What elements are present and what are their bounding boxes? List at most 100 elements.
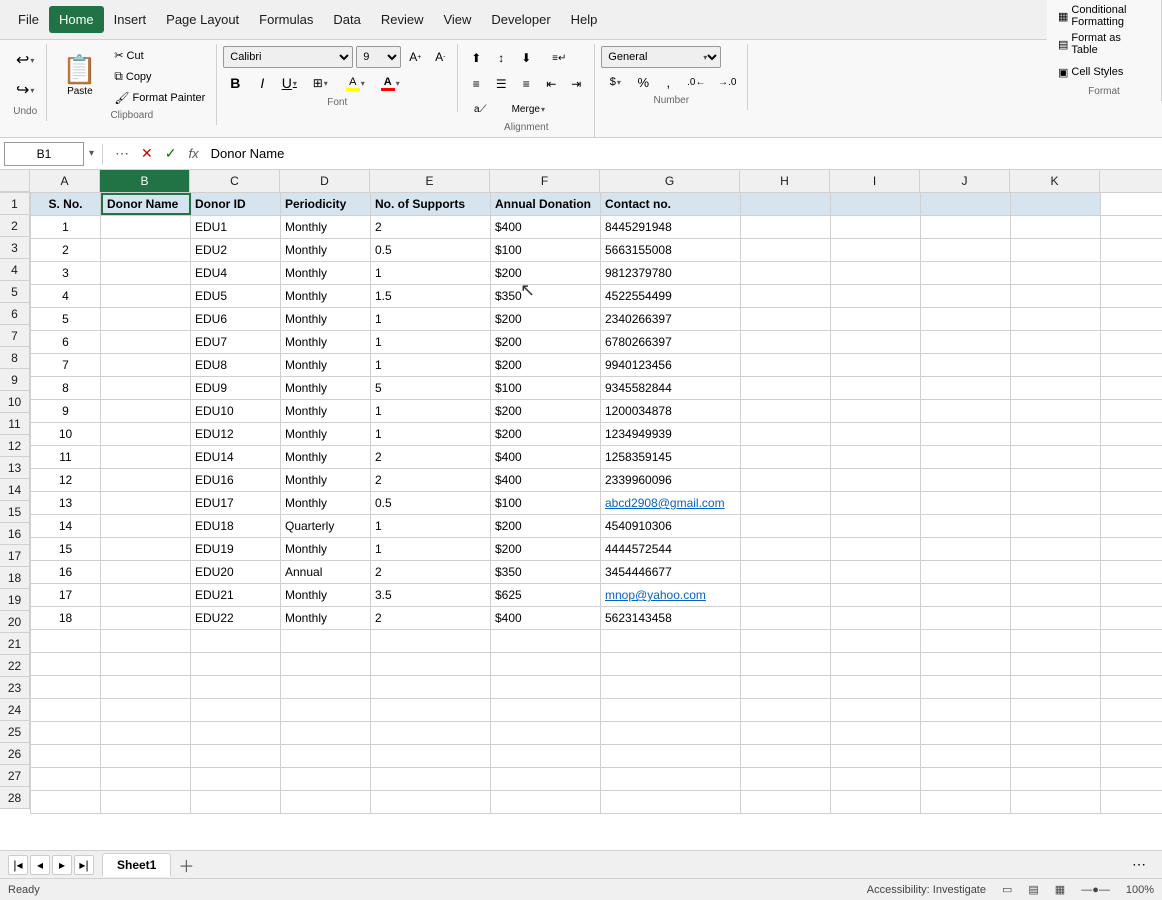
cut-button[interactable]: ✂ Cut	[109, 46, 210, 65]
cell-d14[interactable]: Monthly	[281, 492, 371, 514]
cell-b13[interactable]	[101, 469, 191, 491]
cell-e14[interactable]: 0.5	[371, 492, 491, 514]
cell-e1[interactable]: No. of Supports	[371, 193, 491, 215]
add-sheet-button[interactable]: ＋	[175, 854, 197, 876]
cell-e4[interactable]: 1	[371, 262, 491, 284]
row-header-25[interactable]: 25	[0, 721, 30, 743]
menu-help[interactable]: Help	[561, 6, 608, 33]
row-header-16[interactable]: 16	[0, 523, 30, 545]
row-header-14[interactable]: 14	[0, 479, 30, 501]
cell-e8[interactable]: 1	[371, 354, 491, 376]
cell-c3[interactable]: EDU2	[191, 239, 281, 261]
cell-g9[interactable]: 9345582844	[601, 377, 741, 399]
row-header-19[interactable]: 19	[0, 589, 30, 611]
cell-f8[interactable]: $200	[491, 354, 601, 376]
cell-d6[interactable]: Monthly	[281, 308, 371, 330]
row-header-23[interactable]: 23	[0, 677, 30, 699]
cell-styles-button[interactable]: ▣ Cell Styles	[1053, 58, 1155, 86]
cell-reference-input[interactable]: B1	[4, 142, 84, 166]
cell-e3[interactable]: 0.5	[371, 239, 491, 261]
align-bottom-button[interactable]: ⬇	[514, 46, 538, 70]
menu-home[interactable]: Home	[49, 6, 104, 33]
wrap-text-button[interactable]: ≡↵	[539, 46, 579, 70]
cell-g14[interactable]: abcd2908@gmail.com	[601, 492, 741, 514]
cell-e12[interactable]: 2	[371, 446, 491, 468]
cell-f13[interactable]: $400	[491, 469, 601, 491]
cell-c11[interactable]: EDU12	[191, 423, 281, 445]
row-header-27[interactable]: 27	[0, 765, 30, 787]
cell-g7[interactable]: 6780266397	[601, 331, 741, 353]
cell-g5[interactable]: 4522554499	[601, 285, 741, 307]
cell-f2[interactable]: $400	[491, 216, 601, 238]
align-left-button[interactable]: ≡	[464, 72, 488, 96]
col-header-i[interactable]: I	[830, 170, 920, 192]
cell-a15[interactable]: 14	[31, 515, 101, 537]
cell-d10[interactable]: Monthly	[281, 400, 371, 422]
cell-f17[interactable]: $350	[491, 561, 601, 583]
cell-g17[interactable]: 3454446677	[601, 561, 741, 583]
cell-d16[interactable]: Monthly	[281, 538, 371, 560]
cell-d5[interactable]: Monthly	[281, 285, 371, 307]
cell-d11[interactable]: Monthly	[281, 423, 371, 445]
cell-g2[interactable]: 8445291948	[601, 216, 741, 238]
cell-h2[interactable]	[741, 216, 831, 238]
cell-g18[interactable]: mnop@yahoo.com	[601, 584, 741, 606]
cell-g15[interactable]: 4540910306	[601, 515, 741, 537]
cell-d18[interactable]: Monthly	[281, 584, 371, 606]
col-header-c[interactable]: C	[190, 170, 280, 192]
cell-f12[interactable]: $400	[491, 446, 601, 468]
row-header-11[interactable]: 11	[0, 413, 30, 435]
cell-i2[interactable]	[831, 216, 921, 238]
last-sheet-button[interactable]: ▸|	[74, 855, 94, 875]
cell-d19[interactable]: Monthly	[281, 607, 371, 629]
cell-e15[interactable]: 1	[371, 515, 491, 537]
cell-f15[interactable]: $200	[491, 515, 601, 537]
cell-b14[interactable]	[101, 492, 191, 514]
align-center-button[interactable]: ☰	[489, 72, 513, 96]
cell-a2[interactable]: 1	[31, 216, 101, 238]
cell-c9[interactable]: EDU9	[191, 377, 281, 399]
cell-b4[interactable]	[101, 262, 191, 284]
cell-j1[interactable]	[921, 193, 1011, 215]
font-size-select[interactable]: 9	[356, 46, 401, 68]
cell-a3[interactable]: 2	[31, 239, 101, 261]
accounting-format-button[interactable]: $▾	[601, 71, 629, 93]
cell-a19[interactable]: 18	[31, 607, 101, 629]
sheet-options-button[interactable]: ⋯	[1132, 856, 1146, 873]
select-all-button[interactable]	[0, 170, 30, 192]
cell-b3[interactable]	[101, 239, 191, 261]
cell-d2[interactable]: Monthly	[281, 216, 371, 238]
row-header-2[interactable]: 2	[0, 215, 30, 237]
col-header-h[interactable]: H	[740, 170, 830, 192]
cell-g12[interactable]: 1258359145	[601, 446, 741, 468]
insert-function-icon[interactable]: fx	[185, 144, 203, 163]
cell-f6[interactable]: $200	[491, 308, 601, 330]
copy-button[interactable]: ⧉ Copy	[109, 66, 210, 87]
cell-c1[interactable]: Donor ID	[191, 193, 281, 215]
cell-b5[interactable]	[101, 285, 191, 307]
prev-sheet-button[interactable]: ◂	[30, 855, 50, 875]
menu-review[interactable]: Review	[371, 6, 434, 33]
cell-ref-dropdown[interactable]: ▾	[89, 148, 94, 159]
cell-f5[interactable]: $350	[491, 285, 601, 307]
col-header-k[interactable]: K	[1010, 170, 1100, 192]
cell-b19[interactable]	[101, 607, 191, 629]
cell-b12[interactable]	[101, 446, 191, 468]
cell-a1[interactable]: S. No.	[31, 193, 101, 215]
col-header-d[interactable]: D	[280, 170, 370, 192]
col-header-g[interactable]: G	[600, 170, 740, 192]
cell-b1[interactable]: Donor Name	[101, 193, 191, 215]
cell-b6[interactable]	[101, 308, 191, 330]
row-header-3[interactable]: 3	[0, 237, 30, 259]
view-page-break[interactable]: ▦	[1055, 883, 1065, 896]
row-header-12[interactable]: 12	[0, 435, 30, 457]
menu-formulas[interactable]: Formulas	[249, 6, 323, 33]
cell-f7[interactable]: $200	[491, 331, 601, 353]
cell-k2[interactable]	[1011, 216, 1101, 238]
cell-a11[interactable]: 10	[31, 423, 101, 445]
font-color-button[interactable]: A ▾	[374, 71, 406, 95]
paste-button[interactable]: 📋 Paste	[53, 46, 106, 104]
sheet-tab-sheet1[interactable]: Sheet1	[102, 853, 171, 877]
font-decrease-button[interactable]: A-	[429, 46, 451, 68]
cell-c7[interactable]: EDU7	[191, 331, 281, 353]
